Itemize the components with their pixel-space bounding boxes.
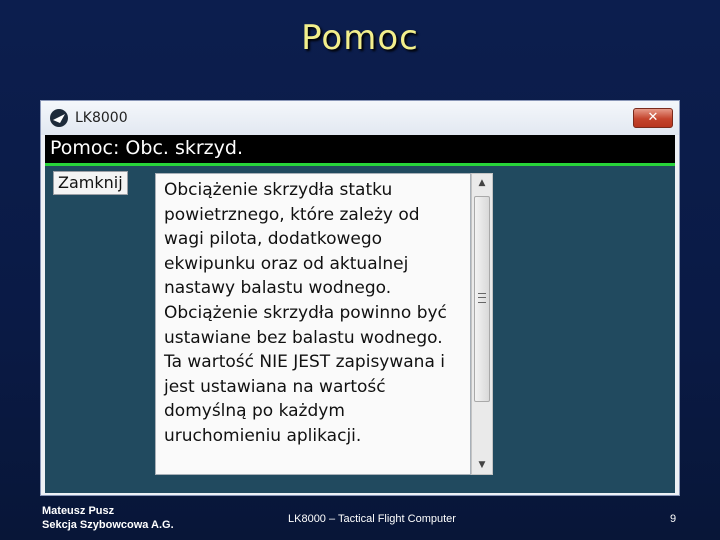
grip-icon bbox=[478, 293, 486, 303]
dialog-title: Pomoc: Obc. skrzyd. bbox=[50, 137, 243, 159]
footer-org: Sekcja Szybowcowa A.G. bbox=[42, 519, 174, 531]
footer-author-block: Mateusz Pusz Sekcja Szybowcowa A.G. bbox=[42, 504, 174, 532]
scroll-up-icon[interactable]: ▲ bbox=[472, 174, 492, 192]
scroll-thumb[interactable] bbox=[474, 196, 490, 402]
lk8000-logo-icon bbox=[49, 108, 69, 128]
window-close-button[interactable]: ✕ bbox=[633, 108, 673, 128]
slide-title: Pomoc bbox=[301, 18, 419, 58]
scroll-down-icon[interactable]: ▼ bbox=[472, 456, 492, 474]
close-icon: ✕ bbox=[647, 110, 659, 125]
close-dialog-button[interactable]: Zamknij bbox=[53, 171, 128, 195]
page-number: 9 bbox=[670, 513, 677, 525]
footer-author: Mateusz Pusz bbox=[42, 505, 115, 517]
dialog-header: Pomoc: Obc. skrzyd. bbox=[45, 135, 675, 166]
window-titlebar[interactable]: LK8000 ✕ bbox=[41, 101, 679, 135]
app-content: Pomoc: Obc. skrzyd. Zamknij Obciążenie s… bbox=[45, 135, 675, 493]
lk8000-window: LK8000 ✕ Pomoc: Obc. skrzyd. Zamknij Obc… bbox=[40, 100, 680, 496]
help-text: Obciążenie skrzydła statku powietrznego,… bbox=[164, 180, 447, 446]
window-title: LK8000 bbox=[75, 110, 128, 126]
footer-title: LK8000 – Tactical Flight Computer bbox=[288, 513, 456, 525]
help-text-box[interactable]: Obciążenie skrzydła statku powietrznego,… bbox=[155, 173, 471, 475]
help-scrollbar[interactable]: ▲ ▼ bbox=[471, 173, 493, 475]
